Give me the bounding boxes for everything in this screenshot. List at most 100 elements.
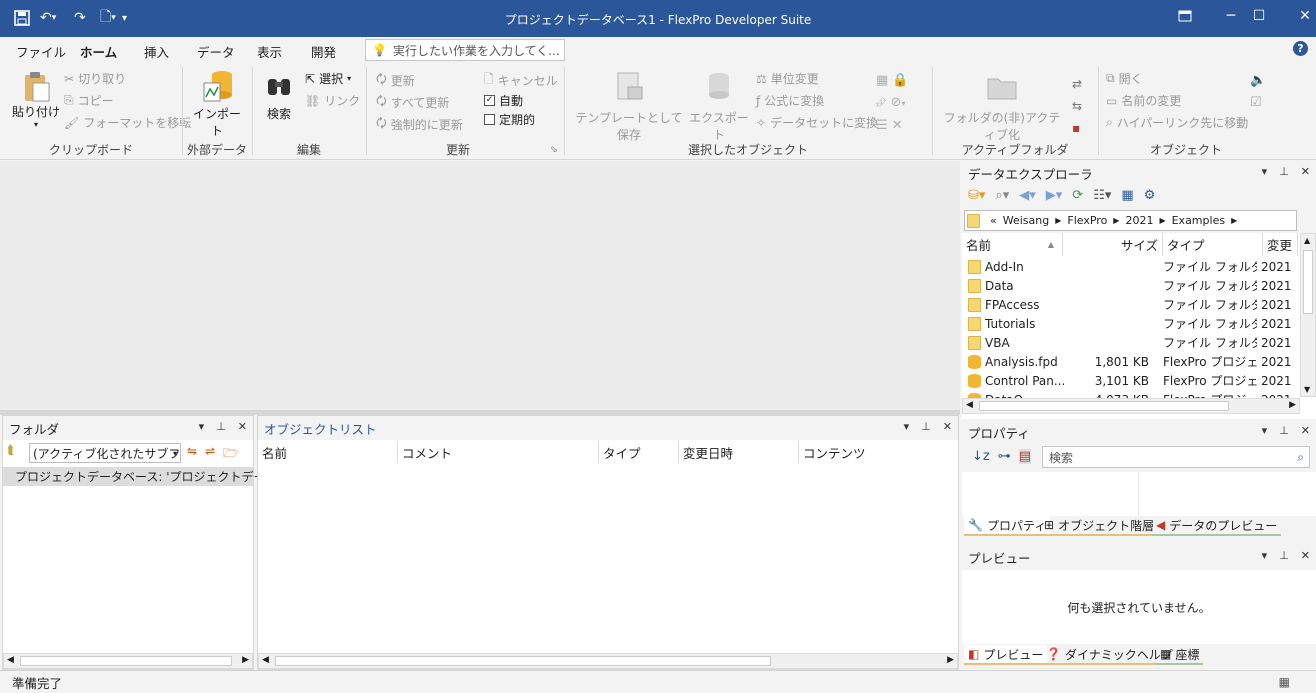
settings-gear-icon[interactable]: ⚙ [1144,188,1156,203]
panel-menu-icon[interactable]: ▾ [1262,165,1268,178]
column-contents[interactable]: コンテンツ [799,441,958,463]
new-database-icon[interactable]: ⛁▾ [968,188,985,203]
panel-close-icon[interactable]: ✕ [1301,165,1310,178]
forward-icon[interactable]: ▶▾ [1046,188,1063,203]
toggle-active-folder-button[interactable]: フォルダの(非)アクティブ化 [938,71,1066,143]
folder-refresh-icon[interactable]: ⇆ [1072,95,1082,117]
update-all-button[interactable]: 🗘 すべて更新 [376,92,449,113]
tab-coordinates[interactable]: ▦ 座標 [1156,645,1204,665]
convert-formula-button[interactable]: ƒ 公式に変換 [756,92,824,109]
file-list-item[interactable]: FPAccess ファイル フォルダー 2021/ [962,295,1298,314]
back-icon[interactable]: ◀▾ [1019,188,1036,203]
goto-hyperlink-button[interactable]: ⌕ ハイパーリンク先に移動 [1106,114,1248,131]
tab-preview[interactable]: ◧ プレビュー [964,645,1048,665]
tab-data[interactable]: データ [197,42,235,61]
tab-object-hierarchy[interactable]: ⊞ オブジェクト階層 [1040,516,1159,536]
tab-develop[interactable]: 開発 [311,42,336,61]
rename-button[interactable]: ▭ 名前の変更 [1106,92,1181,109]
auto-update-checkbox[interactable]: ✓ 自動 [484,92,523,109]
format-painter-button[interactable]: 🖌 フォーマットを移転 [64,114,191,131]
save-as-template-button[interactable]: テンプレートとして保存 [570,71,688,143]
checklist-icon[interactable]: ☑ [1250,92,1266,114]
folder-sync-icon[interactable]: ⇄ [1072,73,1082,95]
column-type[interactable]: タイプ [1163,233,1263,256]
cut-button[interactable]: ✂ 切り取り [64,70,126,87]
update-button[interactable]: 🗘 更新 [376,70,415,91]
tab-file[interactable]: ファイル [16,42,66,61]
copy-button[interactable]: ⎘ コピー [64,92,114,109]
folder-delete-icon[interactable]: ▪ [1072,117,1082,139]
pin-icon[interactable]: ⊥ [1279,165,1289,178]
ribbon-display-icon[interactable] [1162,0,1208,32]
file-list-item[interactable]: Data ファイル フォルダー 2021/ [962,276,1298,295]
path-breadcrumb[interactable]: « Weisang ▶ FlexPro ▶ 2021 ▶ Examples ▶ [964,210,1297,231]
pin-icon[interactable]: ⊥ [1279,424,1289,437]
convert-dataset-button[interactable]: ✧ データセットに変換 [756,114,878,131]
tab-insert[interactable]: 挿入 [144,42,169,61]
cancel-update-button[interactable]: 🗋 キャンセル [484,70,558,91]
unit-change-button[interactable]: ⚖ 単位変更 [756,70,819,87]
table-icon[interactable]: ▦ [1121,188,1133,203]
property-search-input[interactable]: 検索 ⌕ [1042,446,1310,468]
folder-sync-right-icon[interactable]: ⇌ [205,444,215,465]
tab-home[interactable]: ホーム [80,42,118,65]
periodic-update-checkbox[interactable]: 定期的 [484,111,535,128]
tab-properties[interactable]: 🔧 プロパティ [964,516,1051,536]
maximize-button[interactable]: ☐ [1236,0,1282,32]
folder-up-icon[interactable]: ⮬ [7,443,27,461]
search-file-icon[interactable]: ⌕▾ [995,188,1009,203]
panel-close-icon[interactable]: ✕ [1301,424,1310,437]
panel-menu-icon[interactable]: ▾ [1262,424,1268,437]
panel-close-icon[interactable]: ✕ [1301,549,1310,562]
speaker-icon[interactable]: 🔈 [1250,70,1266,92]
tree-item-project-db[interactable]: プロジェクトデータベース: 'プロジェクトデータベース1 [3,467,321,486]
column-comment[interactable]: コメント [398,441,599,463]
move-block-icon[interactable]: ⮵ ⊘▾ [876,92,909,115]
folder-filter-combo[interactable]: (アクティブ化されたサブフォ ▾ [29,443,181,463]
grid-lock-icon[interactable]: ▦ 🔒 [876,70,909,92]
panel-menu-icon[interactable]: ▾ [1262,549,1268,562]
file-list-hscrollbar[interactable]: ◀ ▶ [962,398,1300,414]
open-folder-icon[interactable]: 🗁 [223,444,238,465]
file-list-item[interactable]: Control Pan... 3,101 KB FlexPro プロジェ... 202… [962,371,1298,390]
pin-icon[interactable]: ⊥ [216,420,226,433]
file-list-item[interactable]: Analysis.fpd 1,801 KB FlexPro プロジェ... 2021/ [962,352,1298,371]
column-type[interactable]: タイプ [599,441,679,463]
file-list-item[interactable]: Add-In ファイル フォルダー 2021/ [962,257,1298,276]
folder-hscrollbar[interactable]: ◀ ▶ [3,653,253,669]
paste-button[interactable]: 貼り付け ▾ [12,71,60,129]
preview-toggle-icon[interactable]: ▤ [1018,449,1032,464]
search-button[interactable]: 検索 [262,73,296,122]
document-workspace[interactable] [0,161,960,411]
column-modified[interactable]: 変更日時 [679,441,799,463]
folder-sync-left-icon[interactable]: ⇋ [187,444,197,465]
tab-data-preview[interactable]: ◀ データのプレビュー [1152,516,1282,536]
dialog-launcher-icon[interactable]: ⬂ [550,145,558,155]
list-delete-icon[interactable]: ☰ ✕ [876,115,909,137]
panel-close-icon[interactable]: ✕ [943,420,952,433]
file-list-item[interactable]: VBA ファイル フォルダー 2021/ [962,333,1298,352]
calculator-icon[interactable]: ▦ [1279,675,1290,689]
open-object-button[interactable]: ⧉ 開く [1106,70,1143,87]
tab-view[interactable]: 表示 [257,42,282,61]
export-button[interactable]: エクスポート [688,71,750,143]
hierarchy-icon[interactable]: ⊶ [998,449,1011,464]
pin-icon[interactable]: ⊥ [1279,549,1289,562]
refresh-icon[interactable]: ⟳ [1072,188,1083,203]
column-name[interactable]: 名前 ▲ [962,233,1063,256]
panel-menu-icon[interactable]: ▾ [904,420,910,433]
select-button[interactable]: ⇱ 選択 ▾ [305,70,351,87]
object-list-hscrollbar[interactable]: ◀ ▶ [258,653,958,669]
file-list-item[interactable]: Tutorials ファイル フォルダー 2021/ [962,314,1298,333]
import-button[interactable]: インポート [188,69,246,139]
panel-close-icon[interactable]: ✕ [238,420,247,433]
force-update-button[interactable]: 🗘 強制的に更新 [376,114,463,135]
column-size[interactable]: サイズ [1063,233,1163,256]
panel-menu-icon[interactable]: ▾ [199,420,205,433]
link-button[interactable]: ⛓ リンク [305,92,360,109]
close-button[interactable]: ✕ [1282,0,1316,32]
file-list-vscrollbar[interactable]: ▲ ▼ [1300,233,1316,397]
help-icon[interactable]: ? [1293,41,1308,56]
column-name[interactable]: 名前 [258,441,398,463]
view-options-icon[interactable]: ☷▾ [1093,188,1111,203]
